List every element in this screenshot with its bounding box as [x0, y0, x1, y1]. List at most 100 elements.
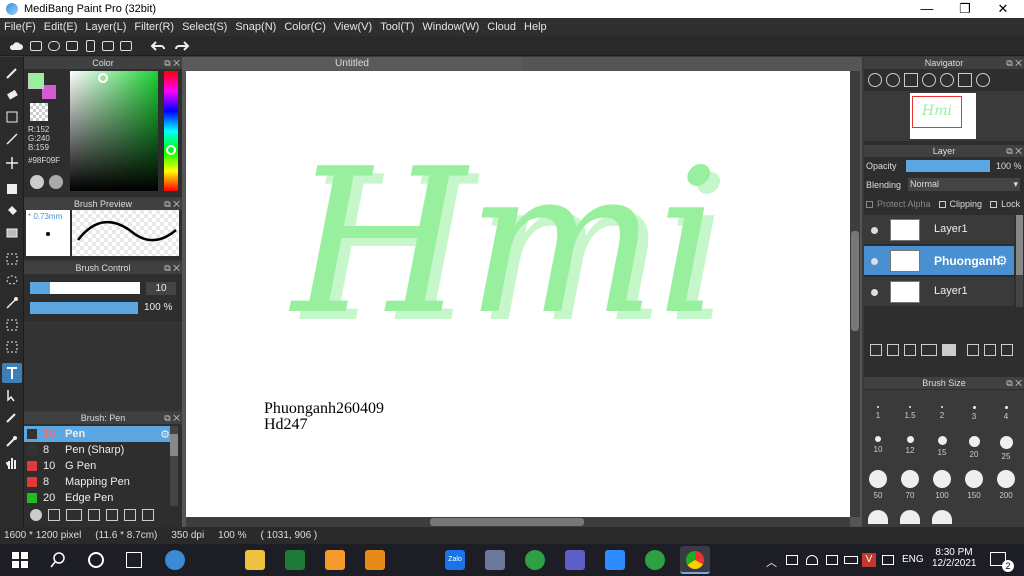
new-layer-8bit-icon[interactable] [887, 344, 899, 356]
palette-icon[interactable] [30, 175, 44, 189]
brush-settings-icon[interactable] [88, 509, 100, 521]
brush-size-value[interactable]: 10 [146, 282, 176, 295]
comment-icon[interactable] [46, 38, 62, 54]
magic-wand-icon[interactable] [2, 293, 22, 313]
wifi-icon[interactable] [806, 555, 818, 565]
share-icon[interactable] [28, 38, 44, 54]
brush-item[interactable]: 8 Mapping Pen [24, 474, 174, 490]
hue-slider[interactable] [164, 71, 178, 191]
close-button[interactable]: ✕ [984, 0, 1022, 18]
folder-icon[interactable] [106, 509, 118, 521]
foreground-color-swatch[interactable] [28, 73, 44, 89]
layer-row[interactable]: Layer1 [864, 277, 1014, 307]
menu-filter[interactable]: Filter(R) [134, 21, 174, 33]
bucket-tool-icon[interactable] [2, 201, 22, 221]
menu-snap[interactable]: Snap(N) [235, 21, 276, 33]
sv-picker-handle[interactable] [98, 73, 108, 83]
antivirus-icon[interactable]: V [862, 553, 876, 567]
brush-size-option[interactable]: 50 [864, 470, 892, 500]
panel-close-icon[interactable]: ⧉ ✕ [1006, 57, 1022, 69]
move-tool-icon[interactable] [2, 153, 22, 173]
rectangle-tool-icon[interactable] [2, 107, 22, 127]
text-tool-icon[interactable] [2, 363, 22, 383]
panel-close-icon[interactable]: ⧉ ✕ [164, 262, 180, 274]
message-icon[interactable] [64, 38, 80, 54]
brush-size-option[interactable]: 4 [992, 406, 1020, 421]
panel-close-icon[interactable]: ⧉ ✕ [164, 57, 180, 69]
select-pen-icon[interactable] [2, 315, 22, 335]
layer-row[interactable]: Layer1 [864, 215, 1014, 245]
keyboard-icon[interactable] [882, 555, 894, 565]
brush-item[interactable]: 10 G Pen [24, 458, 174, 474]
brush-tool-icon[interactable] [2, 63, 22, 83]
maximize-button[interactable]: ❐ [946, 0, 984, 18]
operation-tool-icon[interactable] [2, 385, 22, 405]
brush-size-option[interactable] [928, 510, 956, 527]
battery-icon[interactable] [844, 556, 858, 564]
layer-list-scrollbar[interactable] [1016, 215, 1023, 307]
language-indicator[interactable]: ENG [902, 554, 924, 565]
layer-opacity-slider[interactable] [906, 160, 990, 172]
app-icon-5[interactable] [645, 550, 665, 570]
vertical-scrollbar[interactable] [850, 71, 860, 517]
cloud-icon[interactable] [8, 38, 24, 54]
fill-shape-icon[interactable] [2, 179, 22, 199]
vertical-scroll-thumb[interactable] [851, 231, 859, 331]
color-set-icon[interactable] [49, 175, 63, 189]
app-icon-4[interactable] [525, 550, 545, 570]
canvas[interactable]: Hmi Hmi Phuonganh260409 Hd247 [186, 71, 850, 517]
brush-size-option[interactable] [896, 510, 924, 527]
menu-color[interactable]: Color(C) [284, 21, 326, 33]
task-view-icon[interactable] [126, 552, 142, 568]
menu-layer[interactable]: Layer(L) [85, 21, 126, 33]
horizontal-scroll-thumb[interactable] [430, 518, 584, 526]
visibility-icon[interactable] [871, 289, 878, 296]
duplicate-layer-icon[interactable] [967, 344, 979, 356]
brush-item[interactable]: 8 Pen (Sharp) [24, 442, 174, 458]
menu-edit[interactable]: Edit(E) [44, 21, 78, 33]
brush-size-option[interactable]: 2 [928, 406, 956, 420]
visibility-icon[interactable] [871, 258, 878, 265]
eyedropper-icon[interactable] [2, 431, 22, 451]
minimize-button[interactable]: — [908, 0, 946, 18]
search-icon[interactable] [50, 552, 66, 571]
add-brush-icon[interactable] [66, 509, 82, 521]
line-tool-icon[interactable] [2, 129, 22, 149]
rotate-left-icon[interactable] [940, 73, 954, 87]
meet-icon[interactable] [285, 550, 305, 570]
chrome-icon[interactable] [680, 546, 710, 574]
select-eraser-icon[interactable] [2, 337, 22, 357]
menu-tool[interactable]: Tool(T) [380, 21, 414, 33]
new-brush-icon[interactable] [48, 509, 60, 521]
blending-select[interactable]: Normal ▾ [908, 178, 1020, 191]
grid-icon[interactable] [118, 38, 134, 54]
fit-icon[interactable] [904, 73, 918, 87]
app-icon-2[interactable] [325, 550, 345, 570]
volume-icon[interactable] [826, 555, 838, 565]
brush-size-option[interactable] [864, 510, 892, 527]
merge-layer-icon[interactable] [984, 344, 996, 356]
menu-help[interactable]: Help [524, 21, 547, 33]
transparent-color-swatch[interactable] [30, 103, 48, 121]
brush-size-option[interactable]: 3 [960, 406, 988, 421]
rotate-right-icon[interactable] [976, 73, 990, 87]
hue-slider-handle[interactable] [166, 145, 176, 155]
windows-start-icon[interactable] [12, 552, 28, 571]
brush-opacity-slider[interactable] [30, 302, 138, 314]
brush-size-option[interactable]: 10 [864, 436, 892, 454]
zoom-icon[interactable] [605, 550, 625, 570]
pen-icon[interactable] [2, 407, 22, 427]
panel-close-icon[interactable]: ⧉ ✕ [1006, 377, 1022, 389]
laptop-app-icon[interactable] [485, 550, 505, 570]
eraser-tool-icon[interactable] [2, 85, 22, 105]
chevron-up-icon[interactable]: ︿ [766, 554, 777, 570]
brush-size-option[interactable]: 150 [960, 470, 988, 500]
brush-list-scrollbar[interactable] [170, 426, 178, 506]
trash-icon[interactable] [142, 509, 154, 521]
brush-size-option[interactable]: 12 [896, 436, 924, 455]
brush-item[interactable]: 10 Pen ⚙ [24, 426, 174, 442]
undo-icon[interactable] [150, 38, 166, 54]
teams-icon[interactable] [565, 550, 585, 570]
folder-icon[interactable] [942, 344, 956, 356]
cortana-icon[interactable] [88, 552, 104, 568]
